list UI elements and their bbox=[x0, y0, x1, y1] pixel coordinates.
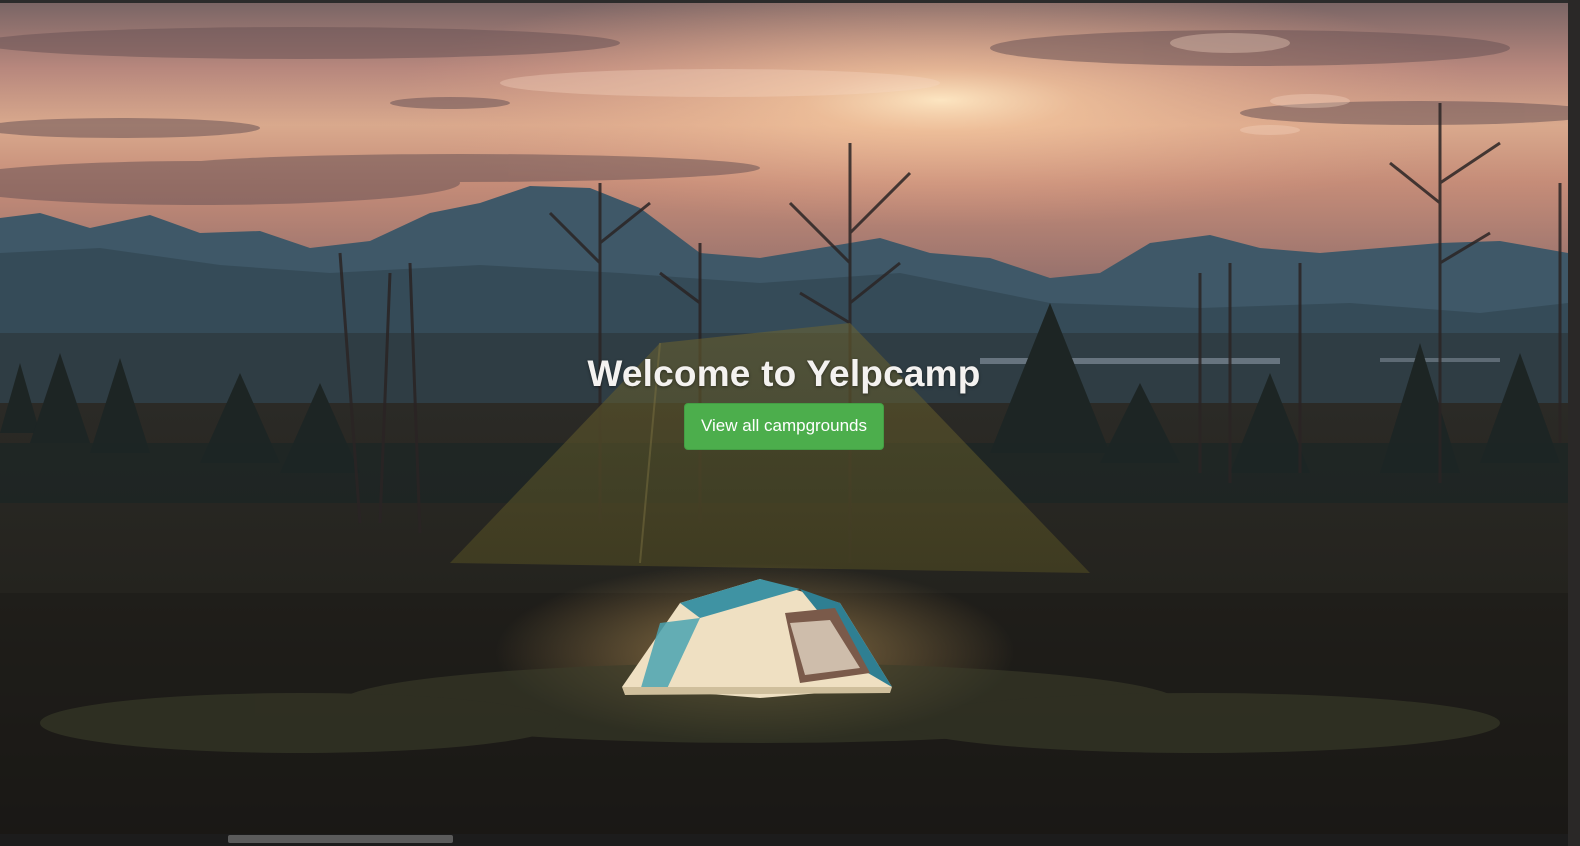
view-all-campgrounds-button[interactable]: View all campgrounds bbox=[684, 403, 884, 450]
window-right-edge bbox=[1568, 0, 1580, 846]
scrollbar-thumb[interactable] bbox=[228, 835, 453, 843]
horizontal-scrollbar[interactable] bbox=[0, 834, 1568, 846]
hero-section: Welcome to Yelpcamp View all campgrounds bbox=[0, 348, 1568, 450]
page-title: Welcome to Yelpcamp bbox=[587, 353, 981, 394]
